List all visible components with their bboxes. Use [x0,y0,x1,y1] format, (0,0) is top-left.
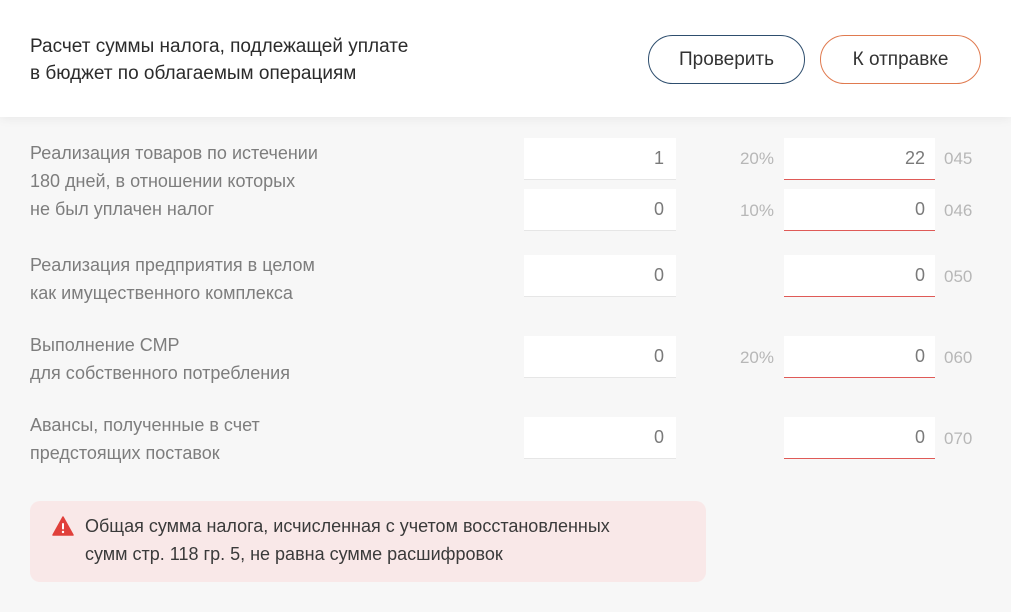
tax-rate-046: 10% [739,201,774,220]
tax-rate-060: 20% [739,348,774,367]
tax-amount-input-045[interactable]: 22 [784,138,935,180]
row-label-goods-180-days: Реализация товаров по истечении 180 дней… [30,143,318,219]
warning-icon [52,516,74,536]
tax-rate-045: 20% [739,149,774,168]
tax-base-input-050[interactable]: 0 [524,255,676,297]
error-alert-text: Общая сумма налога, исчисленная с учетом… [85,516,610,564]
tax-base-input-070[interactable]: 0 [524,417,676,459]
line-code-050: 050 [944,267,973,286]
row-label-construction-own-use: Выполнение СМР для собственного потребле… [30,335,290,383]
page-title: Расчет суммы налога, подлежащей уплате в… [30,36,409,84]
line-code-070: 070 [944,429,973,448]
line-code-046: 046 [944,201,973,220]
tax-amount-input-060[interactable]: 0 [784,336,935,378]
tax-base-input-045[interactable]: 1 [524,138,676,180]
check-button[interactable]: Проверить [648,35,805,84]
line-code-045: 045 [944,149,973,168]
page-header: Расчет суммы налога, подлежащей уплате в… [0,0,1011,117]
row-label-advances-received: Авансы, полученные в счет предстоящих по… [30,415,260,463]
send-button[interactable]: К отправке [820,35,981,84]
tax-amount-input-050[interactable]: 0 [784,255,935,297]
tax-form: Реализация товаров по истечении 180 дней… [0,117,1011,612]
tax-base-input-060[interactable]: 0 [524,336,676,378]
line-code-060: 060 [944,348,973,367]
tax-amount-input-070[interactable]: 0 [784,417,935,459]
tax-base-input-046[interactable]: 0 [524,189,676,231]
tax-amount-input-046[interactable]: 0 [784,189,935,231]
row-label-enterprise-sale: Реализация предприятия в целом как имуще… [30,255,315,303]
error-alert: Общая сумма налога, исчисленная с учетом… [30,501,706,582]
